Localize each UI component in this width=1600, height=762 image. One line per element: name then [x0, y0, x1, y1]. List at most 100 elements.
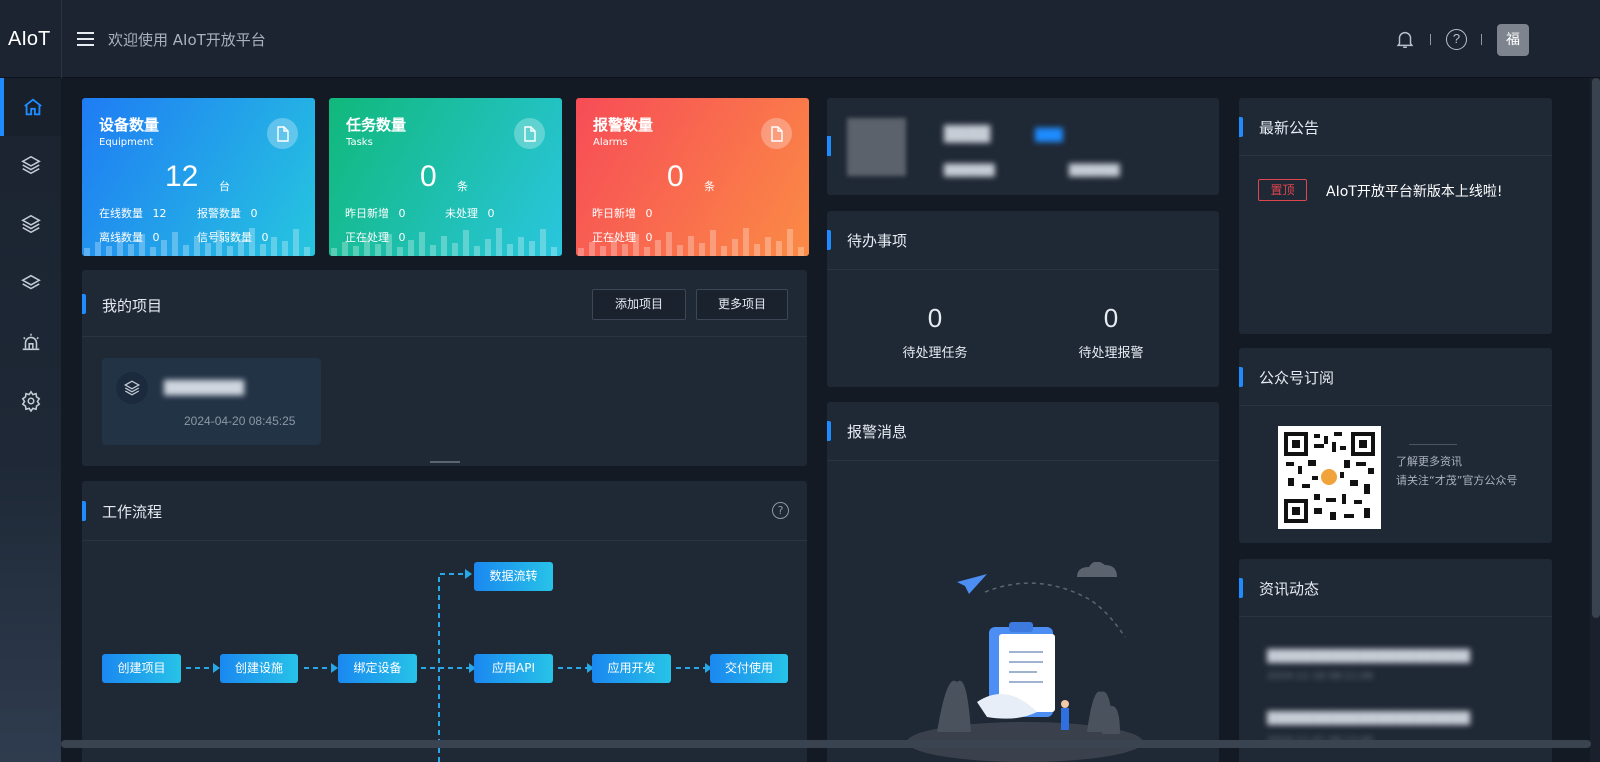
decorative-bar — [84, 248, 90, 256]
add-project-button[interactable]: 添加项目 — [592, 289, 686, 320]
equipment-subtitle: Equipment — [99, 137, 154, 148]
sidebar-item-layers-1[interactable] — [0, 136, 61, 194]
decorative-bars — [329, 226, 562, 256]
flow-step-create-facility[interactable]: 创建设施 — [220, 654, 298, 683]
alarm-messages-title: 报警消息 — [847, 423, 908, 441]
bell-icon[interactable] — [1394, 28, 1416, 50]
horizontal-scrollbar[interactable] — [61, 740, 1591, 748]
sidebar-item-home[interactable] — [0, 78, 61, 136]
alarm-light-icon — [22, 333, 39, 351]
tasks-unprocessed-label: 未处理 — [445, 207, 478, 220]
section-accent — [82, 501, 86, 521]
subscribe-line-2: 请关注“才茂”官方公众号 — [1396, 474, 1518, 487]
sidebar-item-settings[interactable] — [0, 372, 61, 430]
subscribe-panel: 公众号订阅 了解更多资讯 请关注“才茂”官方公众号 — [1239, 348, 1552, 543]
project-card[interactable]: ████████ 2024-04-20 08:45:25 — [102, 358, 321, 445]
decorative-bar — [721, 246, 727, 256]
decorative-bar — [150, 247, 156, 256]
news-panel: 资讯动态 ██████████████████████ 2024-11-18 0… — [1239, 559, 1552, 762]
decorative-bar — [386, 234, 392, 256]
notice-title: 最新公告 — [1259, 119, 1320, 137]
decorative-bar — [743, 228, 749, 256]
decorative-bar — [754, 244, 760, 256]
section-accent — [827, 421, 831, 441]
profile-info-1: ██████ — [944, 164, 995, 177]
decorative-bar — [216, 230, 222, 256]
alarms-yesterday-value: 0 — [645, 207, 653, 220]
decorative-bar — [518, 237, 524, 256]
flow-step-deliver[interactable]: 交付使用 — [710, 654, 788, 683]
project-date: 2024-04-20 08:45:25 — [184, 414, 296, 428]
projects-title: 我的项目 — [102, 297, 163, 315]
flow-step-app-dev[interactable]: 应用开发 — [592, 654, 671, 683]
decorative-bar — [375, 244, 381, 256]
news-panel-header: 资讯动态 — [1239, 559, 1552, 617]
flow-step-create-project[interactable]: 创建项目 — [102, 654, 181, 683]
decorative-bar — [342, 242, 348, 256]
decorative-bar — [540, 229, 546, 256]
decorative-bar — [117, 238, 123, 256]
avatar[interactable]: 福 — [1497, 24, 1529, 56]
vertical-scrollbar[interactable] — [1590, 78, 1600, 762]
decorative-bar — [331, 248, 337, 256]
decorative-bar — [496, 228, 502, 256]
sidebar — [0, 78, 61, 762]
profile-avatar — [847, 118, 906, 176]
decorative-bar — [765, 237, 771, 256]
subscribe-title: 公众号订阅 — [1259, 369, 1335, 387]
menu-icon[interactable] — [77, 32, 94, 46]
flow-step-bind-device[interactable]: 绑定设备 — [338, 654, 417, 683]
more-projects-button[interactable]: 更多项目 — [696, 289, 788, 320]
decorative-bar — [271, 237, 277, 256]
news-title: 资讯动态 — [1259, 580, 1320, 598]
decorative-bar — [293, 229, 299, 256]
workflow-connectors — [186, 569, 712, 762]
decorative-bar — [798, 247, 804, 256]
online-count-value: 12 — [152, 207, 167, 220]
layers-icon — [20, 155, 41, 175]
app-root: AIoT 欢迎使用 AIoT开放平台 ? 福 设备数量 Equipment 12… — [0, 0, 1600, 762]
equipment-count: 12 — [165, 160, 199, 193]
qr-code — [1278, 426, 1381, 529]
welcome-text: 欢迎使用 AIoT开放平台 — [108, 31, 266, 49]
decorative-bar — [172, 232, 178, 256]
empty-state-illustration — [907, 562, 1143, 762]
help-icon[interactable]: ? — [772, 502, 789, 519]
flow-step-data-flow[interactable]: 数据流转 — [474, 562, 553, 591]
notice-item[interactable]: AIoT开放平台新版本上线啦! — [1326, 181, 1502, 201]
todo-title: 待办事项 — [847, 232, 908, 250]
layers-icon — [116, 372, 148, 404]
decorative-bar — [787, 229, 793, 256]
sidebar-item-layers-3[interactable] — [0, 254, 61, 312]
divider-line — [1409, 444, 1457, 445]
decorative-bar — [364, 238, 370, 256]
tasks-title: 任务数量 — [346, 116, 407, 134]
home-icon — [23, 98, 42, 116]
decorative-bar — [732, 239, 738, 256]
decorative-bar — [463, 230, 469, 256]
sidebar-item-layers-2[interactable] — [0, 195, 61, 253]
decorative-bar — [474, 246, 480, 256]
top-bar: AIoT 欢迎使用 AIoT开放平台 ? 福 — [0, 0, 1600, 78]
decorative-bar — [578, 248, 584, 256]
profile-panel: ████ ███ ██████ ██████ — [827, 98, 1219, 195]
todo-panel: 待办事项 0 待处理任务 0 待处理报警 — [827, 211, 1219, 387]
tasks-subtitle: Tasks — [346, 137, 373, 148]
decorative-bar — [304, 247, 310, 256]
news-item-title[interactable]: ██████████████████████ — [1267, 711, 1527, 725]
sidebar-item-alarm[interactable] — [0, 313, 61, 371]
scrollbar-thumb[interactable] — [1592, 78, 1600, 618]
workflow-title: 工作流程 — [102, 503, 163, 521]
help-icon[interactable]: ? — [1446, 29, 1467, 50]
online-count-label: 在线数量 — [99, 207, 143, 220]
decorative-bar — [677, 245, 683, 256]
alarms-title: 报警数量 — [593, 116, 654, 134]
decorative-bar — [666, 232, 672, 256]
decorative-bar — [776, 241, 782, 256]
flow-step-api[interactable]: 应用API — [474, 654, 553, 683]
resize-handle[interactable] — [430, 461, 460, 463]
tasks-yesterday-label: 昨日新增 — [345, 207, 389, 220]
news-item-title[interactable]: ██████████████████████ — [1267, 649, 1527, 663]
decorative-bar — [95, 242, 101, 256]
notice-panel-header: 最新公告 — [1239, 98, 1552, 156]
